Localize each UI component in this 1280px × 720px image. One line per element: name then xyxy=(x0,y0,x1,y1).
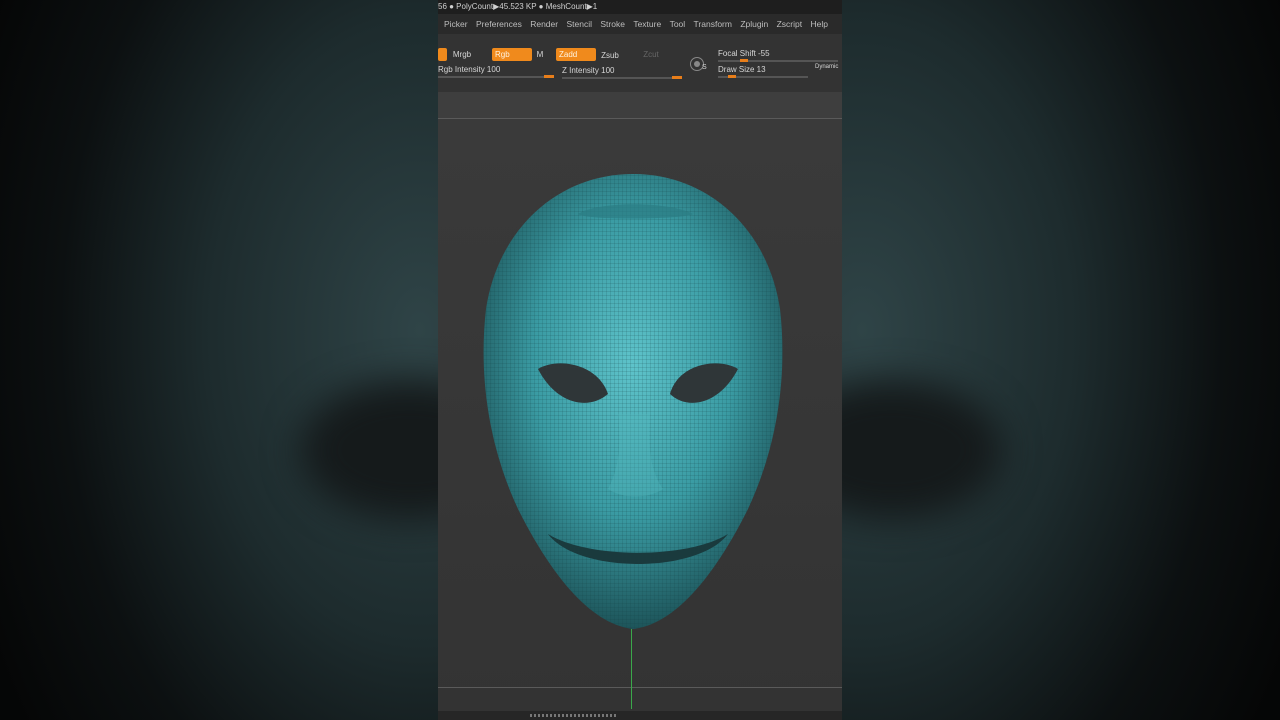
draw-size-handle[interactable] xyxy=(728,75,736,78)
z-intensity-handle[interactable] xyxy=(672,76,682,79)
status-text: 56 ● PolyCount▶45.523 KP ● MeshCount▶1 xyxy=(438,2,598,11)
menu-help[interactable]: Help xyxy=(810,14,827,34)
focal-shift-handle[interactable] xyxy=(740,59,748,62)
dynamic-button[interactable]: Dynamic xyxy=(815,64,838,70)
canvas-viewport[interactable] xyxy=(438,119,842,711)
zadd-button[interactable]: Zadd xyxy=(556,48,596,61)
m-button[interactable]: M xyxy=(534,48,546,61)
blurred-eye-shadow-left xyxy=(300,380,438,520)
menu-preferences[interactable]: Preferences xyxy=(476,14,522,34)
blurred-background-left xyxy=(0,0,438,720)
rgb-intensity-label[interactable]: Rgb Intensity 100 xyxy=(438,65,500,74)
zsub-button[interactable]: Zsub xyxy=(598,49,622,62)
bottom-bar xyxy=(438,711,842,720)
blurred-background-right xyxy=(842,0,1280,720)
s-label: S xyxy=(702,64,707,71)
menu-bar: Picker Preferences Render Stencil Stroke… xyxy=(438,14,842,34)
mask-mesh[interactable] xyxy=(438,119,842,711)
menu-transform[interactable]: Transform xyxy=(694,14,732,34)
menu-texture[interactable]: Texture xyxy=(633,14,661,34)
rgb-intensity-track[interactable] xyxy=(438,76,554,78)
menu-stencil[interactable]: Stencil xyxy=(566,14,592,34)
menu-render[interactable]: Render xyxy=(530,14,558,34)
menu-zplugin[interactable]: Zplugin xyxy=(740,14,768,34)
shelf-divider xyxy=(438,92,842,119)
color-swatch-button[interactable] xyxy=(438,48,447,61)
menu-stroke[interactable]: Stroke xyxy=(600,14,625,34)
status-bar: 56 ● PolyCount▶45.523 KP ● MeshCount▶1 xyxy=(438,0,842,14)
menu-zscript[interactable]: Zscript xyxy=(777,14,803,34)
resize-grip-icon[interactable] xyxy=(530,714,616,717)
rgb-intensity-handle[interactable] xyxy=(544,75,554,78)
z-intensity-label[interactable]: Z Intensity 100 xyxy=(562,66,614,75)
menu-picker[interactable]: Picker xyxy=(444,14,468,34)
blurred-eye-shadow-right xyxy=(842,380,1002,520)
rgb-button[interactable]: Rgb xyxy=(492,48,532,61)
menu-tool[interactable]: Tool xyxy=(670,14,686,34)
focal-shift-label[interactable]: Focal Shift -55 xyxy=(718,49,770,58)
zcut-button[interactable]: Zcut xyxy=(640,48,662,61)
mrgb-button[interactable]: Mrgb xyxy=(450,48,474,61)
z-intensity-track[interactable] xyxy=(562,77,682,79)
focal-shift-track[interactable] xyxy=(718,60,838,62)
draw-size-label[interactable]: Draw Size 13 xyxy=(718,65,766,74)
zbrush-app: 56 ● PolyCount▶45.523 KP ● MeshCount▶1 P… xyxy=(438,0,842,720)
toolbar: Mrgb Rgb M Zadd Zsub Zcut Rgb Intensity … xyxy=(438,34,842,92)
